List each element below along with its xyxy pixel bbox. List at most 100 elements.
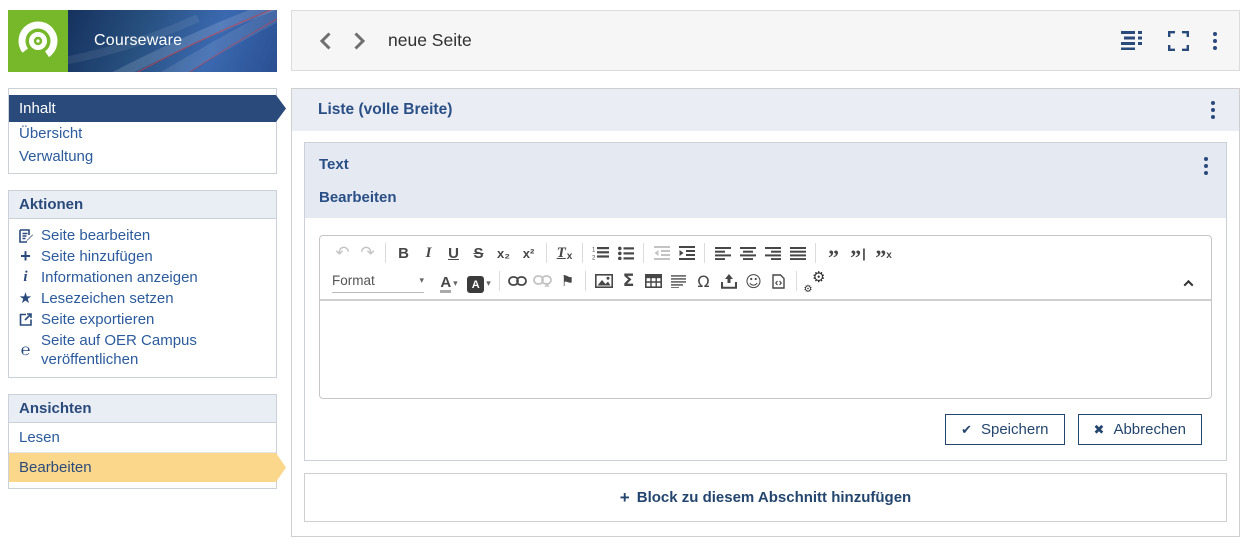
italic-icon[interactable]: I <box>416 241 441 265</box>
table-icon[interactable] <box>641 269 666 293</box>
source-document-icon[interactable] <box>766 269 791 293</box>
bold-icon[interactable]: B <box>391 241 416 265</box>
section-kebab-menu[interactable] <box>1209 99 1217 121</box>
superscript-icon[interactable]: x² <box>516 241 541 265</box>
save-button[interactable]: ✔ Speichern <box>945 414 1065 445</box>
info-icon: i <box>23 269 28 285</box>
align-center-icon[interactable] <box>735 241 760 265</box>
add-block-label: Block zu diesem Abschnitt hinzufügen <box>636 489 912 506</box>
upload-box-icon[interactable] <box>716 269 741 293</box>
math-sigma-icon[interactable]: Σ <box>616 269 641 293</box>
previous-page-button[interactable] <box>312 28 338 54</box>
underline-icon[interactable]: U <box>441 241 466 265</box>
svg-text:2: 2 <box>592 256 596 261</box>
link-icon[interactable] <box>505 269 530 293</box>
fullscreen-icon[interactable] <box>1168 30 1189 51</box>
editor-content-area[interactable] <box>320 299 1211 398</box>
editor-toolbar-row2: Format ▾ A ▾ A ▾ ⚑ Σ Ω ☺ ⚙ ⚙ <box>320 267 1211 299</box>
horizontal-rule-icon[interactable] <box>666 269 691 293</box>
add-block-button[interactable]: + Block zu diesem Abschnitt hinzufügen <box>304 473 1227 522</box>
actions-box: Aktionen Seite bearbeiten + Seite hinzuf… <box>8 190 277 378</box>
remove-quote-icon[interactable]: ” x <box>871 241 896 269</box>
page-title: neue Seite <box>388 30 472 50</box>
action-label: Seite bearbeiten <box>41 227 151 244</box>
chevron-right-icon <box>353 31 365 50</box>
brand-banner: Courseware <box>8 10 277 72</box>
outdent-icon[interactable] <box>649 241 674 265</box>
action-edit-page[interactable]: Seite bearbeiten <box>9 225 276 246</box>
header-kebab-menu[interactable] <box>1211 30 1219 52</box>
publish-icon: ℮ <box>20 341 31 359</box>
background-color-icon: A <box>467 276 485 293</box>
action-label: Seite hinzufügen <box>41 248 153 265</box>
emoticon-icon[interactable]: ☺ <box>741 269 766 293</box>
cancel-button[interactable]: ✖ Abbrechen <box>1077 414 1202 445</box>
export-icon <box>17 311 34 328</box>
indent-icon[interactable] <box>674 241 699 265</box>
blockquote-icon[interactable]: ” <box>821 241 846 269</box>
view-item-lesen[interactable]: Lesen <box>9 423 276 453</box>
image-icon[interactable] <box>591 269 616 293</box>
plugin-settings-button[interactable]: ⚙ ⚙ <box>802 269 827 295</box>
undo-icon[interactable]: ↶ <box>330 241 355 265</box>
nav-item-uebersicht[interactable]: Übersicht <box>9 122 276 145</box>
header-icons <box>1121 30 1219 52</box>
section-panel: Liste (volle Breite) Text Bearbeiten ↶ ↷ <box>291 88 1240 537</box>
bulleted-list-icon[interactable] <box>613 241 638 265</box>
remove-format-icon[interactable]: Tx <box>552 241 577 265</box>
views-box: Ansichten Lesen Bearbeiten <box>8 394 277 489</box>
sidebar: Courseware Inhalt Übersicht Verwaltung A… <box>8 10 277 489</box>
cross-icon: ✖ <box>1093 421 1105 437</box>
special-char-omega-icon[interactable]: Ω <box>691 269 716 293</box>
chevron-up-icon <box>1183 279 1193 290</box>
views-box-title: Ansichten <box>9 395 276 423</box>
spiral-logo-icon <box>18 21 58 61</box>
justify-icon[interactable] <box>785 241 810 265</box>
action-export-page[interactable]: Seite exportieren <box>9 309 276 330</box>
courseware-page: Courseware Inhalt Übersicht Verwaltung A… <box>0 0 1242 549</box>
numbered-list-icon[interactable]: 1 2 <box>588 241 613 265</box>
main-nav: Inhalt Übersicht Verwaltung <box>8 88 277 174</box>
block-title: Text <box>319 156 349 173</box>
gears-icon: ⚙ ⚙ <box>803 269 826 295</box>
align-left-icon[interactable] <box>710 241 735 265</box>
richtext-editor: ↶ ↷ B I U S x₂ x² Tx 1 2 ” ” | ” x Forma… <box>319 235 1212 399</box>
action-publish-oer[interactable]: ℮ Seite auf OER Campus veröffentlichen <box>9 330 276 370</box>
main-area: neue Seite Liste (volle Breite) Text Bea… <box>291 10 1240 537</box>
actions-list: Seite bearbeiten + Seite hinzufügen i In… <box>9 219 276 377</box>
editor-actions: ✔ Speichern ✖ Abbrechen <box>319 414 1212 445</box>
inline-quote-icon[interactable]: ” | <box>846 241 871 269</box>
subscript-icon[interactable]: x₂ <box>491 241 516 265</box>
nav-item-inhalt[interactable]: Inhalt <box>9 95 286 122</box>
text-block: Text Bearbeiten ↶ ↷ B I U S x₂ x² T x 1 … <box>304 142 1227 461</box>
action-label: Lesezeichen setzen <box>41 290 174 307</box>
plus-icon: + <box>20 246 31 266</box>
nav-item-verwaltung[interactable]: Verwaltung <box>9 145 276 168</box>
view-item-bearbeiten[interactable]: Bearbeiten <box>9 453 286 482</box>
strikethrough-icon[interactable]: S <box>466 241 491 265</box>
edit-page-icon <box>17 227 34 244</box>
action-add-page[interactable]: + Seite hinzufügen <box>9 246 276 267</box>
outline-list-icon[interactable] <box>1121 31 1146 50</box>
action-show-info[interactable]: i Informationen anzeigen <box>9 267 276 288</box>
unlink-icon[interactable] <box>530 269 555 293</box>
action-set-bookmark[interactable]: ★ Lesezeichen setzen <box>9 288 276 309</box>
text-block-header: Text Bearbeiten <box>305 143 1226 218</box>
align-right-icon[interactable] <box>760 241 785 265</box>
text-color-button[interactable]: A ▾ <box>434 269 464 293</box>
courseware-logo <box>8 10 68 72</box>
brand-name: Courseware <box>94 32 183 49</box>
anchor-flag-icon[interactable]: ⚑ <box>555 269 580 293</box>
block-kebab-menu[interactable] <box>1202 155 1210 177</box>
text-block-body: ↶ ↷ B I U S x₂ x² Tx 1 2 ” ” | ” x Forma… <box>305 218 1226 460</box>
chevron-left-icon <box>319 31 331 50</box>
brand-title-area: Courseware <box>68 10 277 72</box>
format-dropdown[interactable]: Format ▾ <box>332 269 424 293</box>
tab-bearbeiten[interactable]: Bearbeiten <box>319 189 1212 206</box>
actions-box-title: Aktionen <box>9 191 276 219</box>
redo-icon[interactable]: ↷ <box>355 241 380 265</box>
caret-down-icon: ▾ <box>419 275 424 285</box>
background-color-button[interactable]: A ▾ <box>464 269 494 293</box>
next-page-button[interactable] <box>346 28 372 54</box>
collapse-toolbar-button[interactable] <box>1181 276 1195 290</box>
